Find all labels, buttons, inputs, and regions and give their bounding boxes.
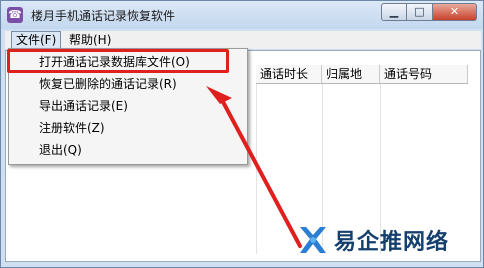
watermark-text: 易企推网络	[334, 229, 450, 255]
watermark: 易企推网络	[296, 218, 449, 262]
arrow-shaft	[220, 98, 302, 248]
arrow-head	[206, 86, 232, 104]
watermark-logo-icon	[300, 227, 326, 253]
